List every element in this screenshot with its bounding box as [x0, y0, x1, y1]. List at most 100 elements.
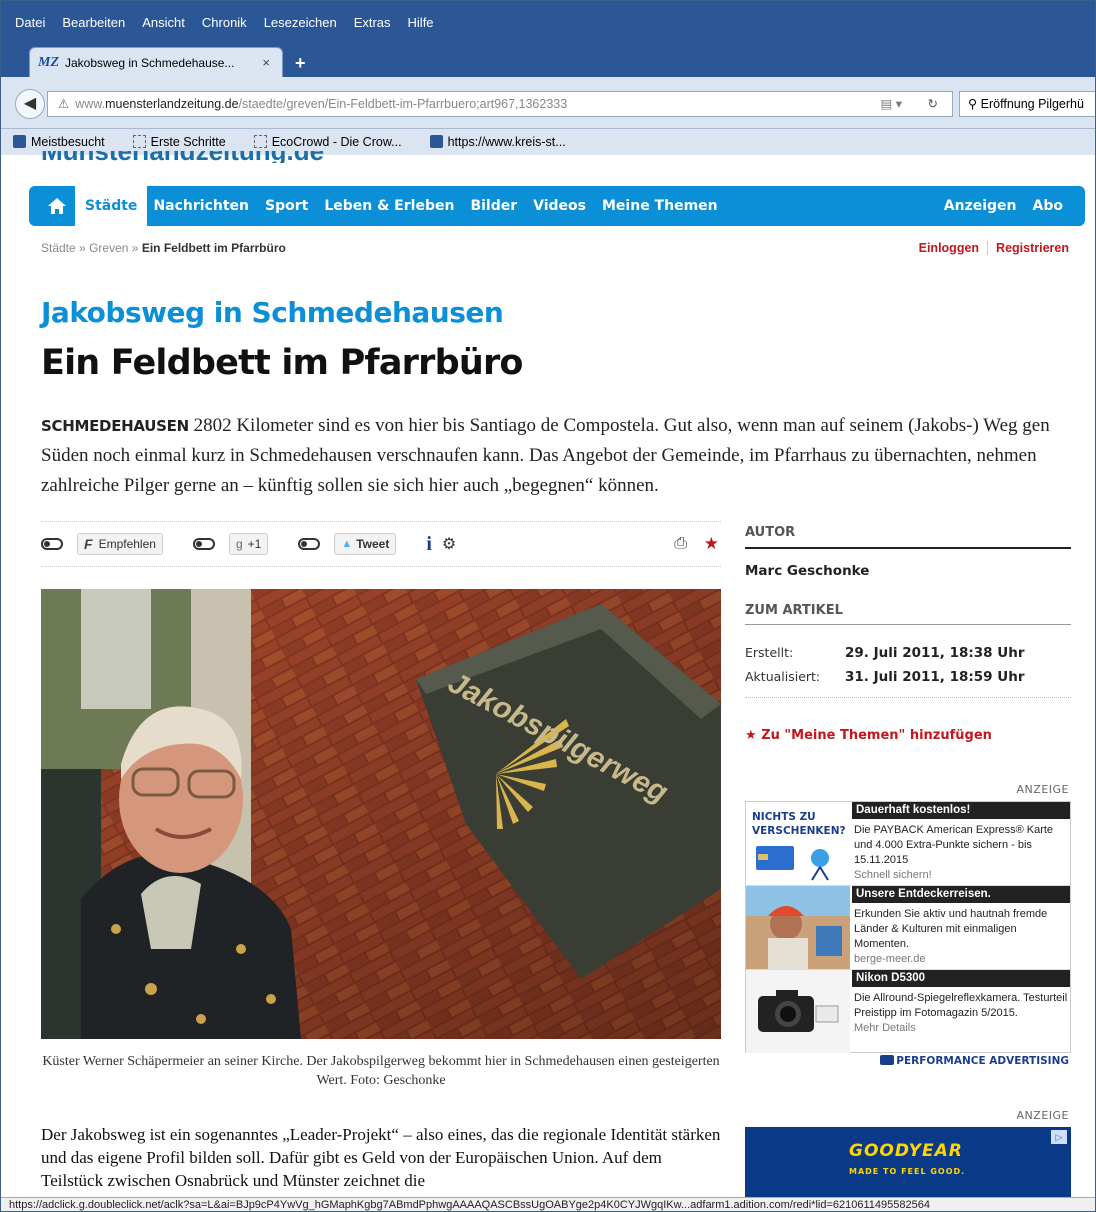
new-tab-button[interactable]: + — [295, 53, 306, 74]
performance-advertising-link[interactable]: PERFORMANCE ADVERTISING — [880, 1055, 1069, 1067]
navigation-bar: ◀ ⚠ www.muensterlandzeitung.de/staedte/gr… — [1, 77, 1095, 129]
tweet-button[interactable]: ▲ Tweet — [334, 533, 397, 555]
bookmark-erste-schritte[interactable]: Erste Schritte — [132, 135, 240, 149]
tab-favicon: MZ — [38, 54, 59, 70]
ad-box: NICHTS ZU VERSCHENKEN? Dauerhaft kostenl… — [745, 801, 1071, 1053]
bookmark-label: Erste Schritte — [150, 135, 226, 149]
star-icon[interactable]: ★ — [704, 534, 719, 554]
url-bar[interactable]: ⚠ www.muensterlandzeitung.de/staedte/grev… — [47, 91, 953, 117]
site-logo[interactable]: Münsterlandzeitung.de — [41, 151, 324, 163]
nav-abo[interactable]: Abo — [1033, 198, 1063, 214]
nav-leben-erleben[interactable]: Leben & Erleben — [324, 198, 454, 214]
facebook-like-button[interactable]: F Empfehlen — [77, 533, 163, 555]
search-icon: ⚲ — [968, 97, 978, 111]
facebook-toggle[interactable] — [41, 538, 63, 550]
ad-image — [746, 886, 850, 969]
breadcrumb-staedte[interactable]: Städte — [41, 241, 76, 255]
browser-tab[interactable]: MZ Jakobsweg in Schmedehause... × — [29, 47, 283, 77]
article-body: Der Jakobsweg ist ein sogenanntes „Leade… — [41, 1125, 721, 1190]
account-links: Einloggen Registrieren — [919, 241, 1069, 255]
search-input[interactable]: ⚲ Eröffnung Pilgerhü — [959, 91, 1095, 117]
goodyear-ad[interactable]: GOODYEAR MADE TO FEEL GOOD. ▷ — [745, 1127, 1071, 1203]
nav-nachrichten[interactable]: Nachrichten — [153, 198, 249, 214]
ad-body: Erkunden Sie aktiv und hautnah fremde Lä… — [854, 908, 1048, 950]
menu-hilfe[interactable]: Hilfe — [408, 15, 434, 30]
gplus-label: +1 — [247, 537, 262, 551]
created-value: 29. Juli 2011, 18:38 Uhr — [845, 645, 1025, 661]
home-icon[interactable] — [41, 191, 73, 221]
goodyear-logo: GOODYEAR — [849, 1141, 963, 1161]
menu-bar: Datei Bearbeiten Ansicht Chronik Lesezei… — [1, 1, 1095, 39]
facebook-label: Empfehlen — [98, 537, 156, 551]
ad-item[interactable]: NICHTS ZU VERSCHENKEN? Dauerhaft kostenl… — [746, 802, 1070, 886]
search-text: Eröffnung Pilgerhü — [980, 97, 1084, 111]
add-to-my-topics-label: Zu "Meine Themen" hinzufügen — [761, 728, 992, 743]
gear-icon[interactable]: ⚙ — [442, 534, 456, 554]
tab-close-icon[interactable]: × — [262, 55, 270, 70]
menu-extras[interactable]: Extras — [354, 15, 391, 30]
url-domain: muensterlandzeitung.de — [105, 97, 239, 111]
url-prefix: www. — [75, 97, 106, 111]
back-button[interactable]: ◀ — [15, 89, 45, 119]
menu-ansicht[interactable]: Ansicht — [142, 15, 185, 30]
photo-caption: Küster Werner Schäpermeier an seiner Kir… — [42, 1054, 720, 1088]
ad-link[interactable]: berge-meer.de — [852, 952, 1070, 967]
bookmark-meistbesucht[interactable]: Meistbesucht — [13, 135, 119, 149]
ad-title: Nikon D5300 — [852, 970, 1070, 987]
bookmark-ecocrowd[interactable]: EcoCrowd - Die Crow... — [253, 135, 416, 149]
back-arrow-icon: ◀ — [23, 95, 37, 112]
updated-row: Aktualisiert: 31. Juli 2011, 18:59 Uhr — [745, 669, 1071, 698]
gplus-icon: g — [235, 537, 243, 551]
menu-chronik[interactable]: Chronik — [202, 15, 247, 30]
ad-link[interactable]: Schnell sichern! — [852, 868, 1070, 883]
main-navigation: Städte Nachrichten Sport Leben & Erleben… — [29, 186, 1085, 226]
bookmark-label: https://www.kreis-st... — [447, 135, 566, 149]
article-photo[interactable]: Jakobspilgerweg — [41, 589, 721, 1039]
login-link[interactable]: Einloggen — [919, 241, 979, 255]
menu-datei[interactable]: Datei — [15, 15, 45, 30]
breadcrumb-separator: » — [79, 241, 86, 255]
ad-text: Nikon D5300 Die Allround-Spiegelreflexka… — [852, 970, 1070, 1036]
breadcrumb-greven[interactable]: Greven — [89, 241, 128, 255]
reload-icon[interactable]: ↻ — [928, 92, 938, 116]
ad-link[interactable]: Mehr Details — [852, 1021, 1070, 1036]
ad-item[interactable]: Nikon D5300 Die Allround-Spiegelreflexka… — [746, 970, 1070, 1054]
lead-text: 2802 Kilometer sind es von hier bis Sant… — [41, 415, 1050, 496]
dateline: SCHMEDEHAUSEN — [41, 417, 189, 435]
ad-label: ANZEIGE — [1016, 1109, 1069, 1122]
reader-icon[interactable]: ▤ ▾ — [880, 92, 902, 116]
info-icon[interactable]: i — [426, 533, 432, 556]
menu-lesezeichen[interactable]: Lesezeichen — [264, 15, 337, 30]
url-path: /staedte/greven/Ein-Feldbett-im-Pfarrbue… — [238, 97, 568, 111]
register-link[interactable]: Registrieren — [996, 241, 1069, 255]
bookmark-kreis[interactable]: https://www.kreis-st... — [429, 135, 580, 149]
adchoices-icon[interactable]: ▷ — [1051, 1130, 1067, 1144]
gplus-button[interactable]: g +1 — [228, 533, 269, 555]
ad-image: NICHTS ZU VERSCHENKEN? — [746, 802, 850, 885]
warning-icon: ⚠ — [58, 97, 70, 111]
nav-sport[interactable]: Sport — [265, 198, 308, 214]
add-to-my-topics-link[interactable]: ★ Zu "Meine Themen" hinzufügen — [745, 728, 992, 743]
article-info-heading: ZUM ARTIKEL — [745, 603, 1071, 625]
browser-window: Datei Bearbeiten Ansicht Chronik Lesezei… — [0, 0, 1096, 1212]
nav-staedte[interactable]: Städte — [75, 186, 148, 226]
gplus-toggle[interactable] — [192, 538, 215, 550]
menu-bearbeiten[interactable]: Bearbeiten — [62, 15, 125, 30]
created-row: Erstellt: 29. Juli 2011, 18:38 Uhr — [745, 645, 1071, 661]
svg-text:VERSCHENKEN?: VERSCHENKEN? — [752, 825, 846, 837]
nav-anzeigen[interactable]: Anzeigen — [944, 198, 1017, 214]
ad-text: Unsere Entdeckerreisen. Erkunden Sie akt… — [852, 886, 1070, 967]
site-icon — [429, 135, 443, 148]
nav-videos[interactable]: Videos — [533, 198, 586, 214]
performance-advertising-label: PERFORMANCE ADVERTISING — [896, 1055, 1069, 1067]
nav-meine-themen[interactable]: Meine Themen — [602, 198, 718, 214]
nav-bilder[interactable]: Bilder — [470, 198, 517, 214]
twitter-toggle[interactable] — [298, 538, 321, 550]
ad-title: Dauerhaft kostenlos! — [852, 802, 1070, 819]
bookmark-folder-icon — [13, 135, 26, 148]
author-heading: AUTOR — [745, 525, 1071, 549]
author-name[interactable]: Marc Geschonke — [745, 563, 869, 579]
ad-item[interactable]: Unsere Entdeckerreisen. Erkunden Sie akt… — [746, 886, 1070, 970]
updated-label: Aktualisiert: — [745, 669, 821, 684]
print-icon[interactable]: ⎙ — [674, 535, 687, 553]
